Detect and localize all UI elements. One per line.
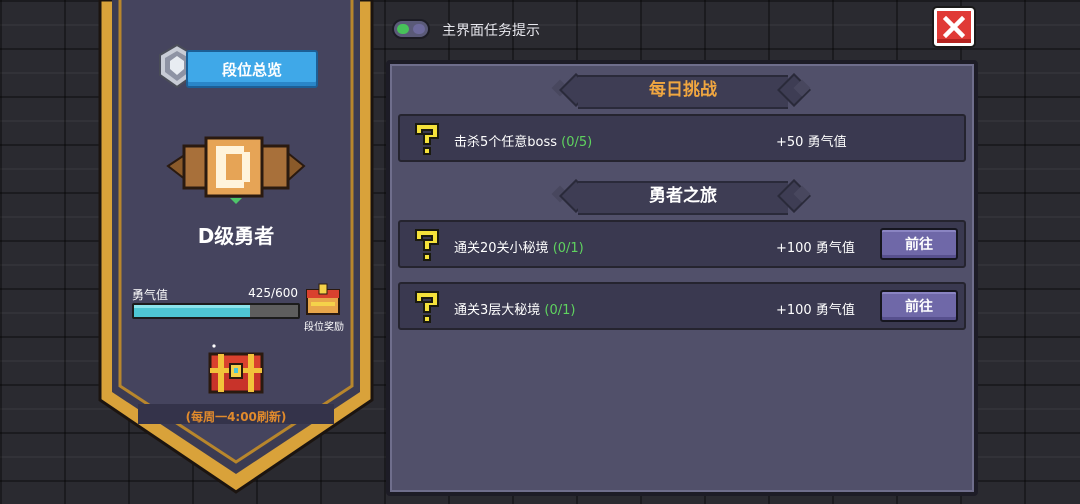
weekly-refresh-note: (每周一4:00刷新) xyxy=(185,410,287,424)
toggle-on-indicator xyxy=(397,24,409,34)
rank-emblem-icon xyxy=(166,136,306,204)
task-reward: +100 勇气值 xyxy=(776,303,855,318)
rank-reward-label[interactable]: 段位奖励 xyxy=(296,318,352,333)
task-row: 击杀5个任意boss (0/5) +50 勇气值 xyxy=(398,114,966,162)
question-mark-icon xyxy=(415,291,439,323)
task-row: 通关20关小秘境 (0/1) +100 勇气值 前往 xyxy=(398,220,966,268)
rank-overview-button[interactable]: 段位总览 xyxy=(186,50,318,88)
close-icon xyxy=(943,16,965,38)
task-description: 通关20关小秘境 (0/1) xyxy=(454,241,584,256)
daily-challenge-title: 每日挑战 xyxy=(649,80,717,100)
task-hint-toggle[interactable] xyxy=(392,19,430,39)
question-mark-icon xyxy=(415,123,439,155)
daily-challenge-header: 每日挑战 xyxy=(390,72,974,109)
toggle-knob xyxy=(413,24,425,34)
courage-progress-fill xyxy=(134,305,251,317)
task-progress: (0/5) xyxy=(561,135,593,150)
hero-journey-title: 勇者之旅 xyxy=(649,186,717,206)
task-description: 通关3层大秘境 (0/1) xyxy=(454,303,576,318)
task-description: 击杀5个任意boss (0/5) xyxy=(454,135,593,150)
courage-progress-bar xyxy=(132,303,300,319)
rank-title: D级勇者 xyxy=(197,224,275,248)
go-button[interactable]: 前往 xyxy=(880,228,958,260)
hero-journey-header: 勇者之旅 xyxy=(390,178,974,215)
treasure-chest-icon[interactable] xyxy=(206,340,266,396)
task-progress: (0/1) xyxy=(552,241,584,256)
task-progress: (0/1) xyxy=(544,303,576,318)
question-mark-icon xyxy=(415,229,439,261)
task-reward: +50 勇气值 xyxy=(776,135,847,150)
close-button[interactable] xyxy=(934,8,974,46)
courage-label: 勇气值 xyxy=(132,288,169,302)
reward-chest-icon[interactable] xyxy=(303,280,343,318)
task-reward: +100 勇气值 xyxy=(776,241,855,256)
task-panel: 每日挑战 击杀5个任意boss (0/5) +50 勇气值 勇者之旅 通关20关… xyxy=(386,60,978,496)
rank-banner: 段位总览 D级勇者 勇气值 425/600 段位奖励 (每周一4:00刷新) xyxy=(98,0,378,504)
go-button[interactable]: 前往 xyxy=(880,290,958,322)
task-row: 通关3层大秘境 (0/1) +100 勇气值 前往 xyxy=(398,282,966,330)
courage-count: 425/600 xyxy=(248,286,298,300)
task-hint-toggle-label: 主界面任务提示 xyxy=(442,23,540,39)
